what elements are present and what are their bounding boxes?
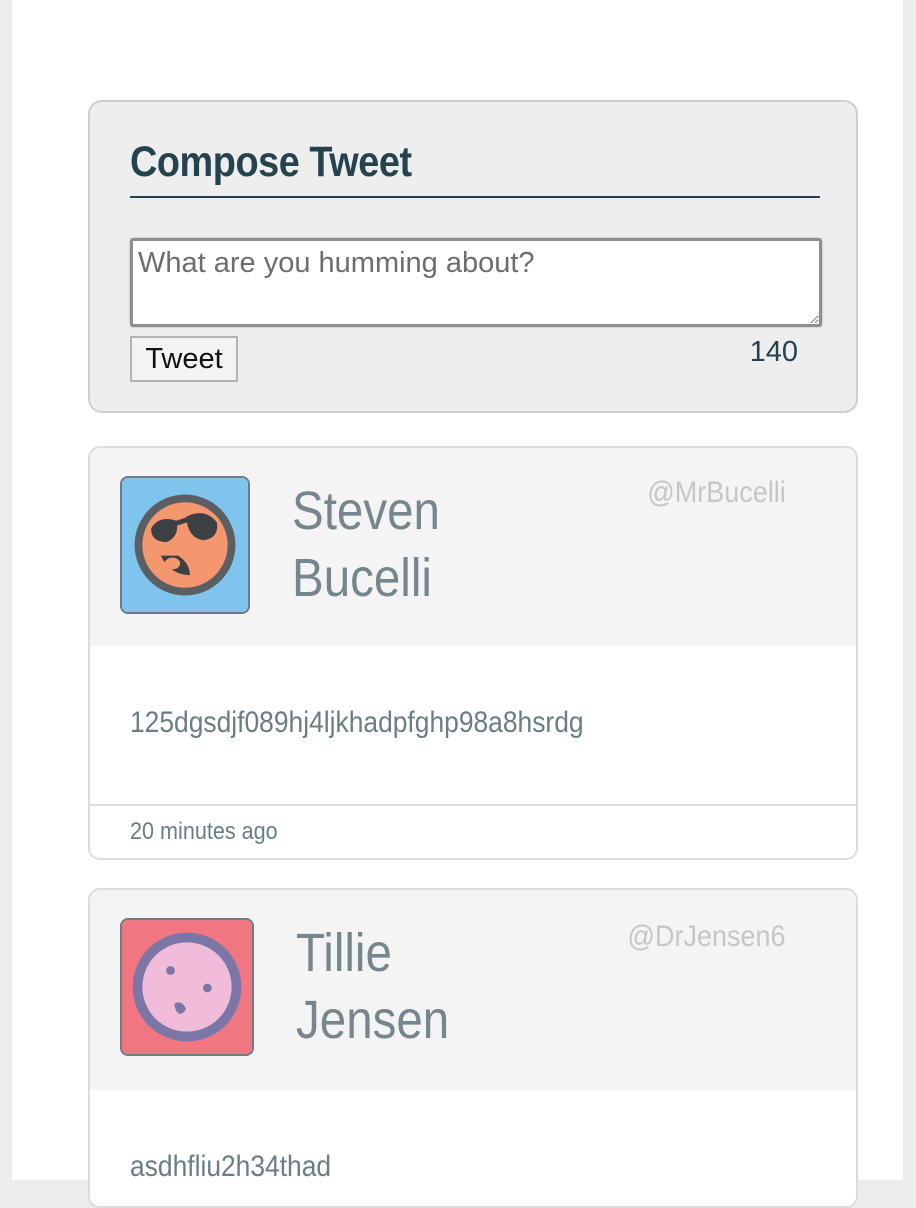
- page-container: Compose Tweet Tweet 140 Steven: [12, 0, 903, 1208]
- tweet-text: asdhfliu2h34thad: [130, 1150, 332, 1183]
- tweet-button[interactable]: Tweet: [130, 336, 238, 382]
- last-name: Jensen: [296, 990, 450, 1050]
- avatar[interactable]: [120, 918, 254, 1056]
- display-name: Tillie Jensen: [296, 920, 507, 1054]
- tweet-card: Tillie Jensen @DrJensen6 asdhfliu2h34tha…: [88, 888, 858, 1208]
- char-counter: 140: [749, 336, 798, 368]
- tweet-card: Steven Bucelli @MrBucelli 125dgsdjf089hj…: [88, 446, 858, 860]
- user-handle: @DrJensen6: [628, 920, 786, 953]
- compose-divider: [130, 196, 820, 198]
- tweet-text: 125dgsdjf089hj4ljkhadpfghp98a8hsrdg: [130, 706, 584, 739]
- display-name: Steven Bucelli: [292, 478, 503, 612]
- sunglasses-face-icon: [122, 478, 248, 612]
- user-handle: @MrBucelli: [647, 476, 786, 509]
- tweet-input[interactable]: [130, 238, 822, 327]
- tweet-timestamp: 20 minutes ago: [130, 818, 278, 845]
- avatar[interactable]: [120, 476, 250, 614]
- tweet-header: Steven Bucelli @MrBucelli: [90, 448, 856, 646]
- tweet-body: asdhfliu2h34thad: [90, 1090, 856, 1206]
- first-name: Tillie: [296, 923, 392, 983]
- compose-tweet-panel: Compose Tweet Tweet 140: [88, 100, 858, 413]
- compose-title: Compose Tweet: [130, 138, 412, 186]
- last-name: Bucelli: [292, 548, 432, 608]
- tweet-header: Tillie Jensen @DrJensen6: [90, 890, 856, 1090]
- tweet-footer: 20 minutes ago: [90, 804, 856, 858]
- tweet-body: 125dgsdjf089hj4ljkhadpfghp98a8hsrdg: [90, 646, 856, 804]
- surprised-face-icon: [122, 920, 252, 1054]
- first-name: Steven: [292, 481, 440, 541]
